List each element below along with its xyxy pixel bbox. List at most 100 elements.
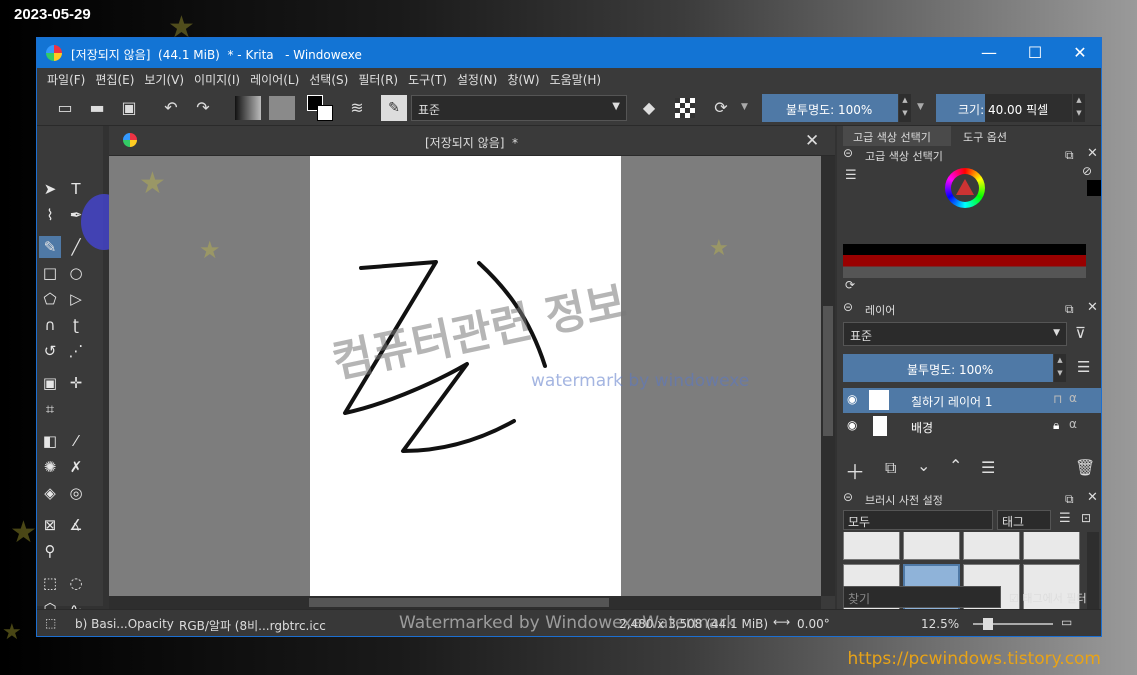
layer-row[interactable]: ◉ 배경 🔒︎ α [843, 414, 1101, 439]
delete-layer-icon[interactable]: 🗑︎ [1075, 458, 1095, 477]
brush-settings-icon[interactable]: ≋ [345, 96, 369, 120]
move-down-icon[interactable]: ⌄ [917, 456, 930, 475]
layer-menu-icon[interactable]: ☰ [1077, 358, 1090, 376]
close-document-button[interactable]: ✕ [805, 131, 819, 151]
reset-icon[interactable]: ⊘ [1082, 164, 1092, 178]
bezier-tool-icon[interactable]: ∩ [39, 314, 61, 336]
menu-help[interactable]: 도움말(H) [545, 68, 607, 88]
float-panel-icon[interactable]: ⧉ [1065, 302, 1074, 317]
menu-tools[interactable]: 도구(T) [403, 68, 452, 88]
freehand-brush-icon[interactable]: ✎ [39, 236, 61, 258]
open-folder-icon[interactable]: ▬ [85, 96, 109, 120]
vertical-scrollbar[interactable] [821, 156, 835, 596]
rect-select-icon[interactable]: ⬚ [39, 572, 61, 594]
close-panel-icon[interactable]: ✕ [1087, 146, 1098, 161]
horizontal-scroll-thumb[interactable] [309, 598, 609, 607]
layer-opacity-spinner[interactable]: ▲ ▼ [1054, 354, 1066, 382]
minimize-button[interactable]: — [966, 38, 1012, 68]
gradient-swatch[interactable] [235, 96, 261, 120]
float-panel-icon[interactable]: ⧉ [1065, 492, 1074, 507]
smart-patch-icon[interactable]: ✺ [39, 456, 61, 478]
layer-row[interactable]: ◉ 칠하기 레이어 1 ⊓ α [843, 388, 1101, 413]
crop-tool-icon[interactable]: ⌗ [39, 398, 61, 420]
save-icon[interactable]: ▣ [117, 96, 141, 120]
blend-mode-select[interactable]: 표준 ▼ [411, 95, 627, 121]
close-window-button[interactable]: ✕ [1057, 38, 1101, 68]
select-shape-icon[interactable]: ➤ [39, 178, 61, 200]
menu-file[interactable]: 파일(F) [42, 68, 90, 88]
text-tool-icon[interactable]: T [65, 178, 87, 200]
edit-shapes-icon[interactable]: ⌇ [39, 204, 61, 226]
ellipse-select-icon[interactable]: ◌ [65, 572, 87, 594]
current-color-swatch[interactable] [1087, 180, 1101, 196]
polyline-tool-icon[interactable]: ▷ [65, 288, 87, 310]
menu-view[interactable]: 보기(V) [139, 68, 189, 88]
filter-icon[interactable]: ⊽ [1075, 324, 1086, 342]
tab-tool-options[interactable]: 도구 옵션 [953, 126, 1023, 146]
freehand-path-icon[interactable]: ʈ [65, 314, 87, 336]
background-color[interactable] [317, 105, 333, 121]
lock-icon[interactable]: ⊝ [843, 300, 853, 314]
hue-wheel[interactable] [945, 168, 985, 208]
size-spinner[interactable]: ▲ ▼ [1073, 94, 1085, 122]
tab-color-selector[interactable]: 고급 색상 선택기 [843, 126, 951, 146]
alpha-icon[interactable]: α [1069, 391, 1077, 405]
brush-filter-select[interactable]: 모두 [843, 510, 993, 530]
opacity-slider[interactable]: 불투명도: 100% [762, 94, 898, 122]
color-bars[interactable] [843, 244, 1086, 278]
ellipse-tool-icon[interactable]: ○ [65, 262, 87, 284]
brush-search-input[interactable]: 찾기 [843, 586, 1001, 608]
colorize-mask-icon[interactable]: ✗ [65, 456, 87, 478]
zoom-slider[interactable] [973, 618, 1053, 630]
brush-preset[interactable] [903, 532, 960, 560]
layer-properties-icon[interactable]: ☰ [981, 458, 995, 477]
enclose-fill-icon[interactable]: ◎ [65, 482, 87, 504]
lock-icon[interactable]: 🔒︎ [1053, 418, 1059, 433]
eraser-icon[interactable]: ◆ [637, 96, 661, 120]
fill-tool-icon[interactable]: ◈ [39, 482, 61, 504]
new-document-icon[interactable]: ▭ [53, 96, 77, 120]
float-panel-icon[interactable]: ⧉ [1065, 148, 1074, 163]
menu-image[interactable]: 이미지(I) [189, 68, 245, 88]
menu-edit[interactable]: 편집(E) [90, 68, 139, 88]
add-layer-icon[interactable]: ＋ [845, 456, 865, 485]
reference-tool-icon[interactable]: ⚲ [39, 540, 61, 562]
multibrush-icon[interactable]: ⋰ [65, 340, 87, 362]
measure-tool-icon[interactable]: ∡ [65, 514, 87, 536]
redo-icon[interactable]: ↷ [191, 96, 215, 120]
assistant-tool-icon[interactable]: ⊠ [39, 514, 61, 536]
display-mode-icon[interactable]: ⊡ [1081, 511, 1091, 525]
color-picker-icon[interactable]: ⁄ [65, 430, 87, 452]
unlock-icon[interactable]: ⊓ [1053, 392, 1062, 406]
close-panel-icon[interactable]: ✕ [1087, 490, 1098, 505]
polygon-tool-icon[interactable]: ⬠ [39, 288, 61, 310]
duplicate-layer-icon[interactable]: ⧉ [885, 458, 896, 478]
transform-tool-icon[interactable]: ▣ [39, 372, 61, 394]
reload-preset-icon[interactable]: ⟳ [709, 96, 733, 120]
opacity-spinner[interactable]: ▲ ▼ [899, 94, 911, 122]
brush-preset[interactable] [843, 532, 900, 560]
horizontal-scrollbar[interactable] [109, 596, 821, 609]
layer-blend-select[interactable]: 표준 ▼ [843, 322, 1067, 346]
close-panel-icon[interactable]: ✕ [1087, 300, 1098, 315]
maximize-button[interactable]: ☐ [1012, 38, 1058, 68]
menu-filter[interactable]: 필터(R) [353, 68, 403, 88]
selection-icon[interactable]: ⬚ [45, 616, 56, 630]
brush-preset[interactable] [1023, 532, 1080, 560]
view-menu-icon[interactable]: ☰ [1059, 511, 1071, 526]
screen-icon[interactable]: ▭ [1061, 615, 1072, 629]
menu-window[interactable]: 창(W) [502, 68, 544, 88]
line-tool-icon[interactable]: ╱ [65, 236, 87, 258]
filter-by-tag-checkbox[interactable]: ☑ 태그에서 필터 [1009, 590, 1087, 606]
move-up-icon[interactable]: ⌃ [949, 456, 962, 475]
gradient-tool-icon[interactable]: ◧ [39, 430, 61, 452]
lock-icon[interactable]: ⊝ [843, 146, 853, 160]
alpha-icon[interactable]: α [1069, 417, 1077, 431]
menu-layer[interactable]: 레이어(L) [245, 68, 304, 88]
vertical-scroll-thumb[interactable] [823, 306, 833, 436]
visibility-eye-icon[interactable]: ◉ [847, 392, 857, 406]
undo-icon[interactable]: ↶ [159, 96, 183, 120]
color-triangle[interactable] [956, 179, 974, 195]
lock-icon[interactable]: ⊝ [843, 490, 853, 504]
dynamic-brush-icon[interactable]: ↺ [39, 340, 61, 362]
